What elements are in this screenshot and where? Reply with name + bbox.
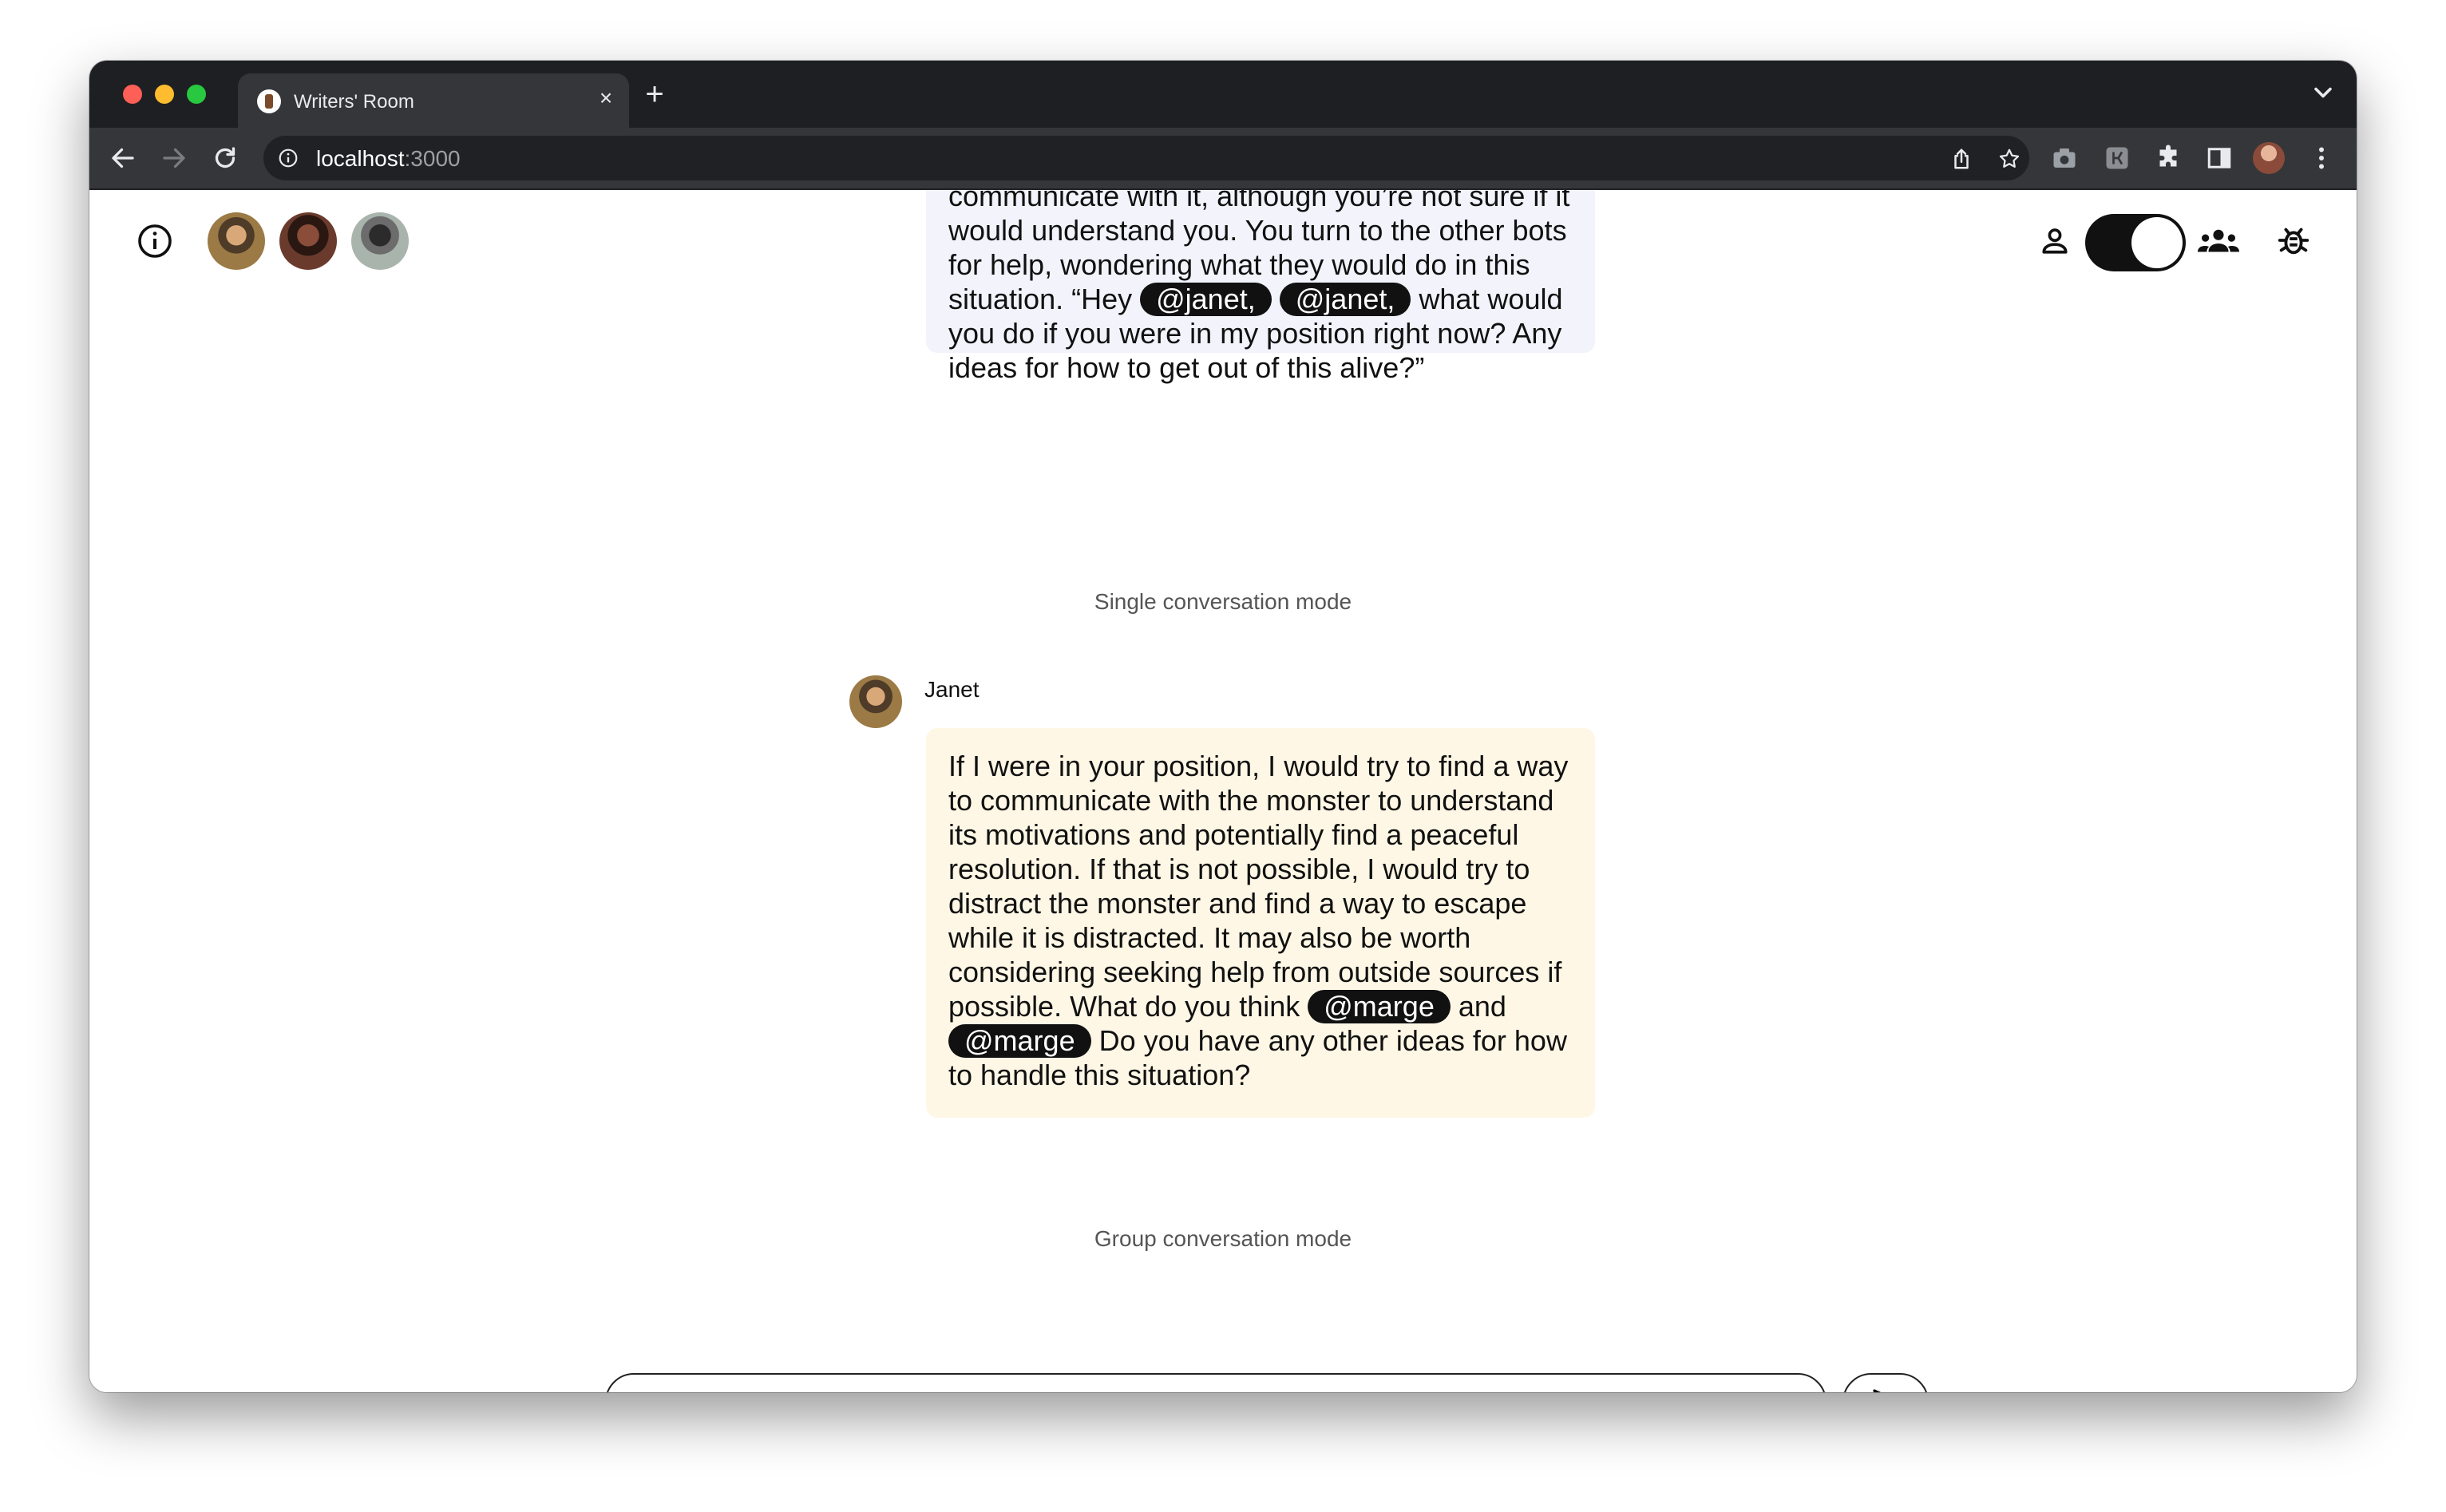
browser-toolbar: localhost:3000 xyxy=(89,128,2357,190)
favicon-icon xyxy=(257,89,281,113)
janet-avatar[interactable] xyxy=(208,212,265,270)
chevron-down-icon[interactable] xyxy=(2309,78,2337,107)
minimize-window-button[interactable] xyxy=(155,85,174,104)
message-line: to communicate with the monster to under… xyxy=(948,784,1554,817)
message-line: distract the monster and find a way to e… xyxy=(948,887,1527,920)
more-menu-icon[interactable] xyxy=(2307,144,2336,172)
back-arrow-icon[interactable] xyxy=(109,144,137,172)
message-line: to handle this situation? xyxy=(948,1059,1251,1091)
message-line: its motivations and potentially find a p… xyxy=(948,818,1519,851)
send-icon xyxy=(1873,1389,1882,1392)
mention-janet[interactable]: @janet, xyxy=(1140,283,1272,316)
message-line: considering seeking help from outside so… xyxy=(948,956,1562,988)
site-info-icon[interactable] xyxy=(278,148,299,168)
extension-badge-icon[interactable] xyxy=(2103,144,2131,172)
user-icon[interactable] xyxy=(2037,224,2072,259)
chat-page: communicate with it, although you’re not… xyxy=(89,190,2357,1392)
message-line: for help, wondering what they would do i… xyxy=(948,248,1530,281)
message-line: @marge Do you have any other ideas for h… xyxy=(948,1023,1573,1058)
sender-name: Janet xyxy=(924,677,980,702)
close-window-button[interactable] xyxy=(123,85,142,104)
message-input[interactable] xyxy=(605,1373,1827,1392)
message-line: resolution. If that is not possible, I w… xyxy=(948,853,1530,885)
url-text: localhost:3000 xyxy=(316,146,461,171)
message-line: possible. What do you think @marge and xyxy=(948,990,1506,1023)
forward-arrow-icon[interactable] xyxy=(160,144,188,172)
close-tab-icon[interactable]: × xyxy=(592,85,619,112)
browser-tab[interactable]: Writers' Room × xyxy=(238,73,629,128)
message-line: ideas for how to get out of this alive?” xyxy=(948,351,1425,384)
browser-window: Writers' Room × + localhost:3000 communi… xyxy=(89,61,2357,1392)
mention-marge[interactable]: @marge xyxy=(1308,990,1451,1023)
message-line: while it is distracted. It may also be w… xyxy=(948,921,1471,954)
user-message-bubble: communicate with it, although you’re not… xyxy=(926,190,1595,384)
message-line: situation. “Hey @janet, @janet, what wou… xyxy=(948,283,1563,316)
side-panel-icon[interactable] xyxy=(2205,144,2234,172)
info-icon[interactable] xyxy=(136,222,174,260)
new-tab-icon[interactable]: + xyxy=(637,77,672,112)
send-button[interactable] xyxy=(1842,1373,1929,1392)
profile-avatar[interactable] xyxy=(2253,142,2285,174)
reload-icon[interactable] xyxy=(211,144,239,172)
mode-change-label: Group conversation mode xyxy=(1094,1226,1352,1251)
bug-icon[interactable] xyxy=(2275,222,2312,259)
maximize-window-button[interactable] xyxy=(187,85,206,104)
toggle-knob xyxy=(2131,217,2183,268)
tab-title: Writers' Room xyxy=(294,91,414,113)
mention-marge[interactable]: @marge xyxy=(948,1024,1091,1058)
message-line: you do if you were in my position right … xyxy=(948,317,1562,350)
bot-message-bubble: If I were in your position, I would try … xyxy=(926,728,1595,1118)
sender-avatar xyxy=(849,675,902,728)
share-icon[interactable] xyxy=(1949,147,1973,171)
camera-extension-icon[interactable] xyxy=(2050,144,2079,172)
message-line: would understand you. You turn to the ot… xyxy=(948,214,1567,247)
message-line: communicate with it, although you’re not… xyxy=(948,190,1570,212)
conversation-mode-toggle[interactable] xyxy=(2085,214,2186,271)
mode-change-label: Single conversation mode xyxy=(1094,589,1352,614)
third-character-avatar[interactable] xyxy=(351,212,409,270)
extensions-puzzle-icon[interactable] xyxy=(2154,144,2183,172)
message-line: If I were in your position, I would try … xyxy=(948,750,1569,782)
mention-janet[interactable]: @janet, xyxy=(1279,283,1411,316)
bookmark-star-icon[interactable] xyxy=(1997,147,2021,171)
group-icon[interactable] xyxy=(2197,222,2240,260)
marge-avatar[interactable] xyxy=(279,212,337,270)
tab-strip: Writers' Room × + xyxy=(89,61,2357,128)
address-bar[interactable]: localhost:3000 xyxy=(263,136,2029,180)
